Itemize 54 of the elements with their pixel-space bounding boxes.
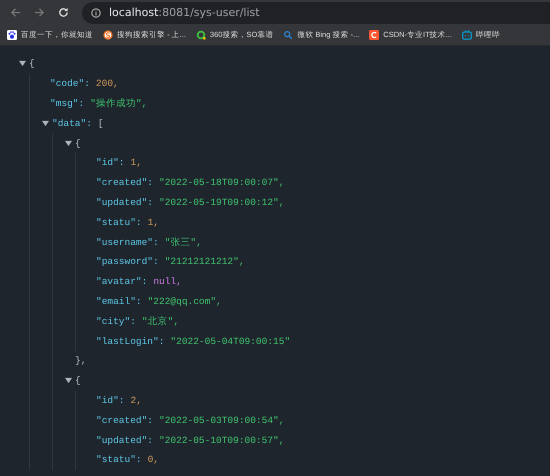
forward-arrow-icon[interactable]	[34, 7, 45, 18]
json-value: 200,	[96, 78, 119, 90]
json-key: "msg":	[50, 98, 84, 109]
json-key: "created":	[96, 177, 154, 188]
json-value: "222@qq.com",	[148, 296, 222, 307]
json-key: "data":	[52, 118, 92, 129]
json-value: 1,	[148, 216, 160, 228]
json-key: "avatar":	[96, 276, 148, 288]
s-letter-circle-icon	[103, 30, 113, 40]
json-key: "updated":	[96, 196, 154, 208]
tv-icon	[462, 30, 472, 40]
address-bar[interactable]: localhost:8081/sys-user/list	[82, 2, 550, 24]
json-value: 1,	[130, 157, 142, 168]
collapse-triangle-icon[interactable]	[65, 377, 72, 384]
json-key: "username":	[96, 236, 159, 248]
json-value: "2022-05-19T09:00:12",	[159, 196, 284, 208]
paw-icon	[7, 30, 17, 40]
json-key: "id":	[96, 157, 125, 168]
bracket: {	[29, 58, 35, 70]
json-value: "21212121212",	[164, 256, 245, 268]
json-key: "password":	[96, 256, 159, 268]
url-text[interactable]: localhost:8081/sys-user/list	[109, 6, 260, 19]
json-value: "张三",	[164, 236, 202, 249]
search-icon	[283, 30, 294, 40]
json-key: "statu":	[96, 454, 142, 466]
json-value: 0,	[148, 454, 160, 466]
json-value: 2,	[130, 394, 142, 406]
back-arrow-icon[interactable]	[10, 7, 21, 18]
collapse-triangle-icon[interactable]	[65, 140, 72, 147]
json-value: "2022-05-18T09:00:07",	[159, 177, 284, 188]
bracket: [	[98, 118, 104, 129]
json-value: "2022-05-10T09:00:57",	[159, 434, 284, 446]
json-key: "lastLogin":	[96, 336, 164, 347]
json-key: "updated":	[96, 434, 154, 446]
json-key: "created":	[96, 414, 154, 426]
collapse-triangle-icon[interactable]	[19, 60, 26, 68]
ring-icon	[196, 30, 206, 40]
json-key: "statu":	[96, 216, 142, 228]
json-key: "code":	[50, 78, 90, 90]
json-key: "email":	[96, 296, 142, 307]
json-key: "city":	[96, 316, 136, 327]
reload-icon[interactable]	[58, 7, 69, 18]
collapse-triangle-icon[interactable]	[42, 120, 49, 127]
json-value: "2022-05-03T09:00:54",	[159, 414, 284, 426]
bracket: },	[75, 355, 86, 366]
c-letter-square-icon	[369, 30, 380, 40]
json-value: "操作成功",	[90, 96, 148, 110]
bracket: {	[75, 138, 81, 149]
json-key: "id":	[96, 394, 125, 406]
json-value: "2022-05-04T09:00:15"	[170, 336, 290, 347]
bracket: {	[75, 375, 81, 386]
json-value: "北京",	[142, 314, 180, 328]
info-icon[interactable]	[91, 8, 101, 18]
json-value: null,	[153, 276, 182, 288]
